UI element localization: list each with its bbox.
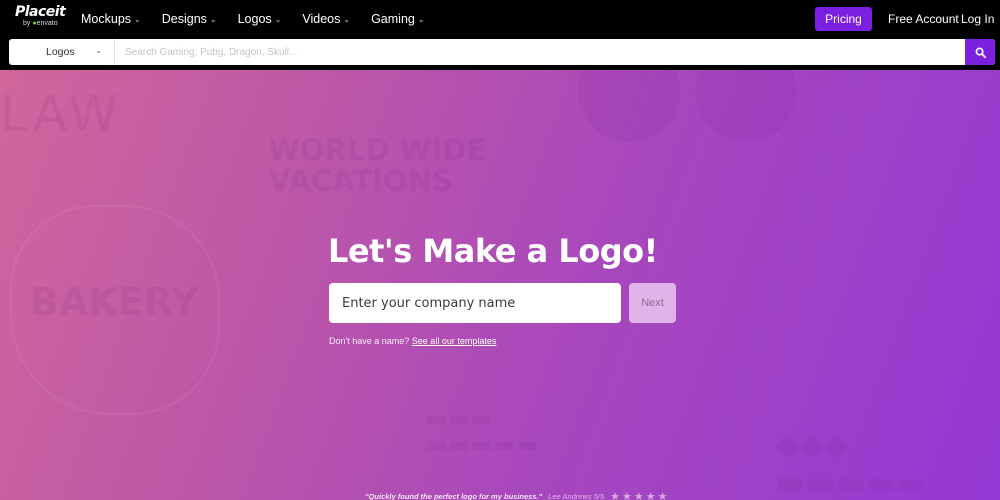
- logo-wordmark: Placeit: [15, 4, 66, 20]
- background-logo-vacations: WORLD WIDE VACATIONS: [268, 133, 487, 198]
- nav-item-logos[interactable]: Logos ⌄: [238, 12, 282, 26]
- no-name-hint: Don't have a name? See all our templates: [329, 336, 497, 346]
- star-icon: ★: [657, 491, 668, 500]
- background-logo-right: ◆◆◆ ▬▬▬▬▬: [775, 425, 927, 500]
- background-logo-badge: [10, 205, 220, 415]
- chevron-down-icon: ⌄: [274, 14, 282, 24]
- logo-byline: by ●envato: [23, 20, 58, 27]
- testimonial-quote: "Quickly found the perfect logo for my b…: [365, 492, 543, 500]
- rating-stars: ★ ★ ★ ★ ★: [610, 490, 669, 500]
- star-icon: ★: [622, 491, 632, 500]
- chevron-down-icon: ⌄: [343, 14, 351, 24]
- search-input[interactable]: [115, 39, 965, 65]
- search-button[interactable]: [965, 39, 995, 65]
- nav-item-designs[interactable]: Designs ⌄: [162, 12, 217, 26]
- hero-section: LAW WORLD WIDE VACATIONS BAKERY ▬▬▬ ▬▬▬▬▬…: [0, 70, 1000, 500]
- star-icon: ★: [645, 491, 656, 500]
- company-name-input[interactable]: [329, 283, 621, 323]
- testimonial-author: Lee Andrews 5/5: [548, 492, 605, 500]
- pricing-button[interactable]: Pricing: [815, 7, 872, 31]
- hero-title: Let's Make a Logo!: [328, 232, 658, 270]
- see-all-templates-link[interactable]: See all our templates: [412, 336, 497, 346]
- background-logo-bottom: ▬▬▬ ▬▬▬▬▬: [425, 404, 539, 458]
- background-logo-circle: [695, 70, 797, 142]
- search-icon: [975, 47, 986, 58]
- nav-item-videos[interactable]: Videos ⌄: [302, 12, 350, 26]
- category-dropdown[interactable]: Logos ⌄: [9, 39, 115, 65]
- search-bar: Logos ⌄: [9, 39, 995, 65]
- nav-item-gaming[interactable]: Gaming ⌄: [371, 12, 424, 26]
- star-icon: ★: [633, 491, 644, 500]
- background-logo-law: LAW: [0, 85, 122, 143]
- star-icon: ★: [610, 491, 621, 500]
- chevron-down-icon: ⌄: [95, 46, 102, 55]
- main-nav: Mockups ⌄ Designs ⌄ Logos ⌄ Videos ⌄ Gaming ⌄: [81, 0, 446, 38]
- free-account-link[interactable]: Free Account: [888, 12, 959, 26]
- top-navbar: Placeit by ●envato Mockups ⌄ Designs ⌄ Log…: [0, 0, 1000, 38]
- nav-item-mockups[interactable]: Mockups ⌄: [81, 12, 141, 26]
- chevron-down-icon: ⌄: [134, 14, 141, 24]
- chevron-down-icon: ⌄: [209, 14, 217, 24]
- testimonial: "Quickly found the perfect logo for my b…: [365, 490, 670, 500]
- background-logo-circle: [578, 70, 680, 142]
- placeit-logo[interactable]: Placeit by ●envato: [15, 4, 66, 28]
- login-link[interactable]: Log In: [961, 12, 994, 26]
- next-button[interactable]: Next: [629, 283, 676, 323]
- chevron-down-icon: ⌄: [417, 14, 425, 24]
